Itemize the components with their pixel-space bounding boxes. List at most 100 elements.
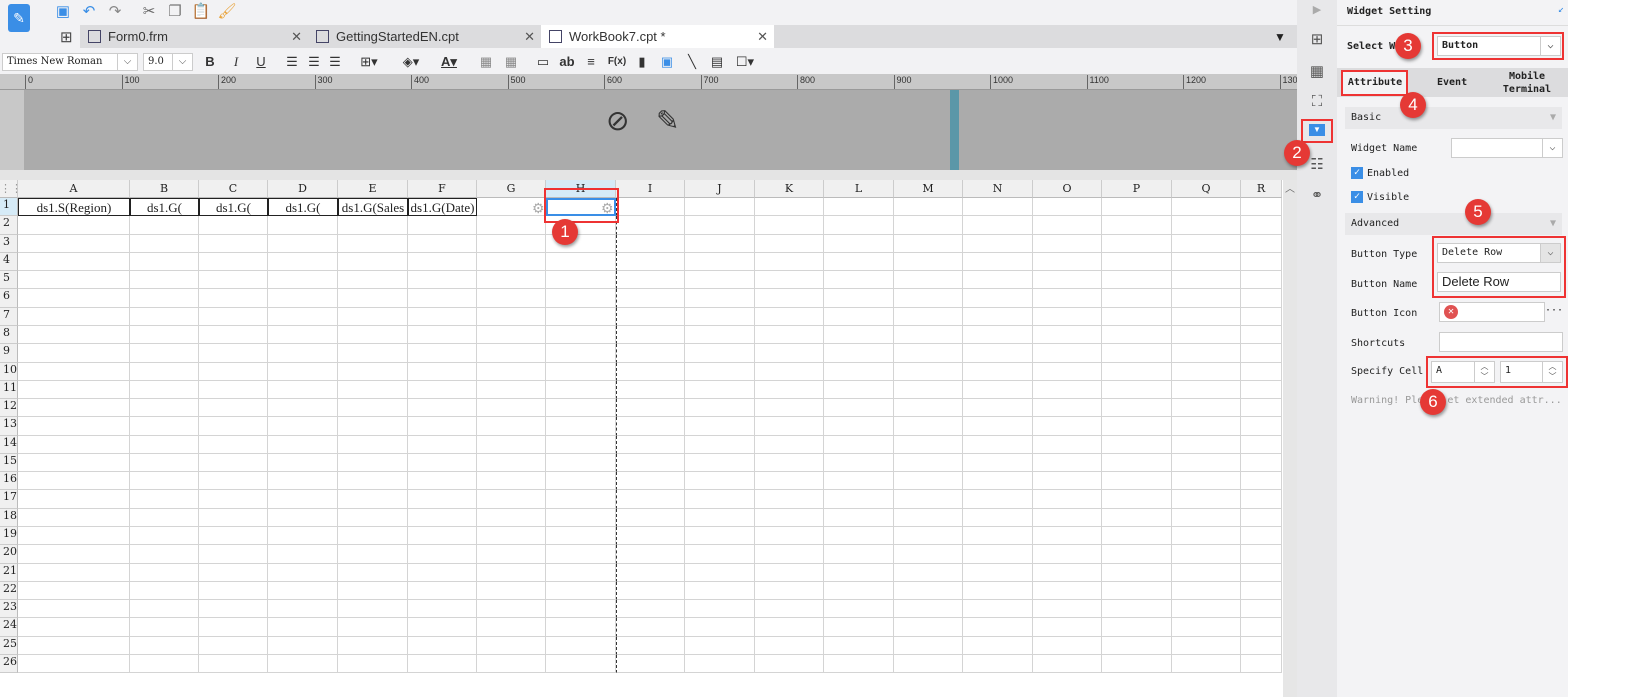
- grid-cell[interactable]: [685, 380, 755, 400]
- grid-cell[interactable]: [824, 234, 894, 253]
- grid-cell[interactable]: [1033, 362, 1102, 381]
- grid-cell[interactable]: [1033, 325, 1102, 345]
- grid-cell[interactable]: [755, 344, 824, 363]
- grid-cell[interactable]: [1102, 362, 1172, 381]
- grid-cell[interactable]: [1241, 600, 1282, 619]
- grid-cell[interactable]: [1241, 453, 1282, 473]
- grid-cell[interactable]: [477, 362, 546, 381]
- grid-cell[interactable]: [685, 545, 755, 564]
- grid-cell[interactable]: [685, 563, 755, 582]
- row-header[interactable]: 11: [0, 380, 18, 400]
- column-header-F[interactable]: F: [408, 180, 477, 198]
- grid-cell[interactable]: [824, 600, 894, 619]
- grid-cell[interactable]: [130, 636, 199, 655]
- grid-cell[interactable]: [199, 252, 268, 272]
- grid-cell[interactable]: [1241, 307, 1282, 326]
- grid-cell[interactable]: [338, 472, 408, 491]
- grid-cell[interactable]: [130, 655, 199, 674]
- grid-cell[interactable]: [1102, 325, 1172, 345]
- vertical-scrollbar[interactable]: ︿: [1283, 180, 1297, 697]
- align-right-icon[interactable]: ☰: [327, 53, 343, 71]
- edit-pencil-icon[interactable]: ✎: [656, 104, 679, 137]
- grid-cell[interactable]: [477, 636, 546, 655]
- grid-cell[interactable]: [130, 344, 199, 363]
- column-header-A[interactable]: A: [18, 180, 130, 198]
- grid-cell[interactable]: [477, 490, 546, 509]
- grid-cell[interactable]: [477, 508, 546, 528]
- grid-cell[interactable]: [338, 271, 408, 290]
- fill-color-icon[interactable]: ◈▾: [397, 53, 425, 71]
- grid-cell[interactable]: [408, 307, 477, 326]
- grid-cell[interactable]: [963, 453, 1033, 473]
- grid-cell[interactable]: [963, 362, 1033, 381]
- grid-cell[interactable]: [755, 380, 824, 400]
- grid-cell[interactable]: [1172, 252, 1241, 272]
- grid-cell[interactable]: [546, 453, 616, 473]
- grid-cell[interactable]: [755, 600, 824, 619]
- grid-cell[interactable]: [546, 307, 616, 326]
- grid-cell[interactable]: [18, 344, 130, 363]
- grid-cell[interactable]: [546, 380, 616, 400]
- grid-cell[interactable]: [1241, 325, 1282, 345]
- grid-cell[interactable]: [616, 325, 685, 345]
- grid-cell[interactable]: [546, 600, 616, 619]
- grid-cell[interactable]: [894, 600, 963, 619]
- grid-cell[interactable]: [824, 198, 894, 217]
- grid-cell[interactable]: [268, 234, 338, 253]
- text-icon[interactable]: ab: [557, 53, 577, 71]
- grid-cell[interactable]: [199, 289, 268, 308]
- grid-cell[interactable]: [408, 563, 477, 582]
- grid-cell[interactable]: [1241, 289, 1282, 308]
- grid-cell[interactable]: [1102, 581, 1172, 601]
- grid-cell[interactable]: [130, 435, 199, 454]
- grid-cell[interactable]: [338, 325, 408, 345]
- grid-cell[interactable]: [199, 453, 268, 473]
- grid-cell[interactable]: [1102, 508, 1172, 528]
- row-header[interactable]: 24: [0, 618, 18, 637]
- grid-cell[interactable]: [338, 289, 408, 308]
- grid-cell[interactable]: [1172, 636, 1241, 655]
- grid-cell[interactable]: [199, 344, 268, 363]
- grid-cell[interactable]: [963, 399, 1033, 418]
- grid-cell[interactable]: [1102, 545, 1172, 564]
- grid-cell[interactable]: [755, 581, 824, 601]
- tab-mobile-terminal[interactable]: Mobile Terminal: [1497, 70, 1557, 96]
- close-icon[interactable]: ✕: [757, 25, 768, 48]
- grid-cell[interactable]: [1172, 234, 1241, 253]
- grid-cell[interactable]: [338, 563, 408, 582]
- grid-cell[interactable]: [130, 380, 199, 400]
- grid-cell[interactable]: [130, 453, 199, 473]
- grid-cell[interactable]: [268, 307, 338, 326]
- grid-cell[interactable]: [408, 399, 477, 418]
- grid-cell[interactable]: [963, 198, 1033, 217]
- column-header-N[interactable]: N: [963, 180, 1033, 198]
- grid-cell[interactable]: [546, 618, 616, 637]
- grid-cell[interactable]: [963, 655, 1033, 674]
- grid-cell[interactable]: [685, 216, 755, 235]
- grid-cell[interactable]: [338, 618, 408, 637]
- grid-cell[interactable]: [755, 307, 824, 326]
- grid-cell[interactable]: [546, 581, 616, 601]
- grid-cell[interactable]: [1241, 545, 1282, 564]
- grid-cell[interactable]: [963, 435, 1033, 454]
- grid-cell[interactable]: [894, 435, 963, 454]
- grid-cell[interactable]: [1172, 508, 1241, 528]
- grid-cell[interactable]: [963, 581, 1033, 601]
- grid-cell[interactable]: [1033, 289, 1102, 308]
- expand-icon[interactable]: ↙: [1558, 4, 1564, 15]
- grid-cell[interactable]: [963, 490, 1033, 509]
- grid-cell[interactable]: [824, 435, 894, 454]
- grid-cell[interactable]: [824, 344, 894, 363]
- slash-icon[interactable]: ╲: [684, 53, 700, 71]
- grid-cell[interactable]: [268, 508, 338, 528]
- grid-cell[interactable]: [199, 307, 268, 326]
- grid-cell[interactable]: [18, 636, 130, 655]
- grid-cell[interactable]: [268, 563, 338, 582]
- grid-cell[interactable]: [616, 307, 685, 326]
- row-header[interactable]: 3: [0, 234, 18, 253]
- grid-cell[interactable]: [199, 380, 268, 400]
- row-header[interactable]: 17: [0, 490, 18, 509]
- grid-cell[interactable]: [546, 490, 616, 509]
- grid-cell[interactable]: [894, 472, 963, 491]
- grid-cell[interactable]: [685, 399, 755, 418]
